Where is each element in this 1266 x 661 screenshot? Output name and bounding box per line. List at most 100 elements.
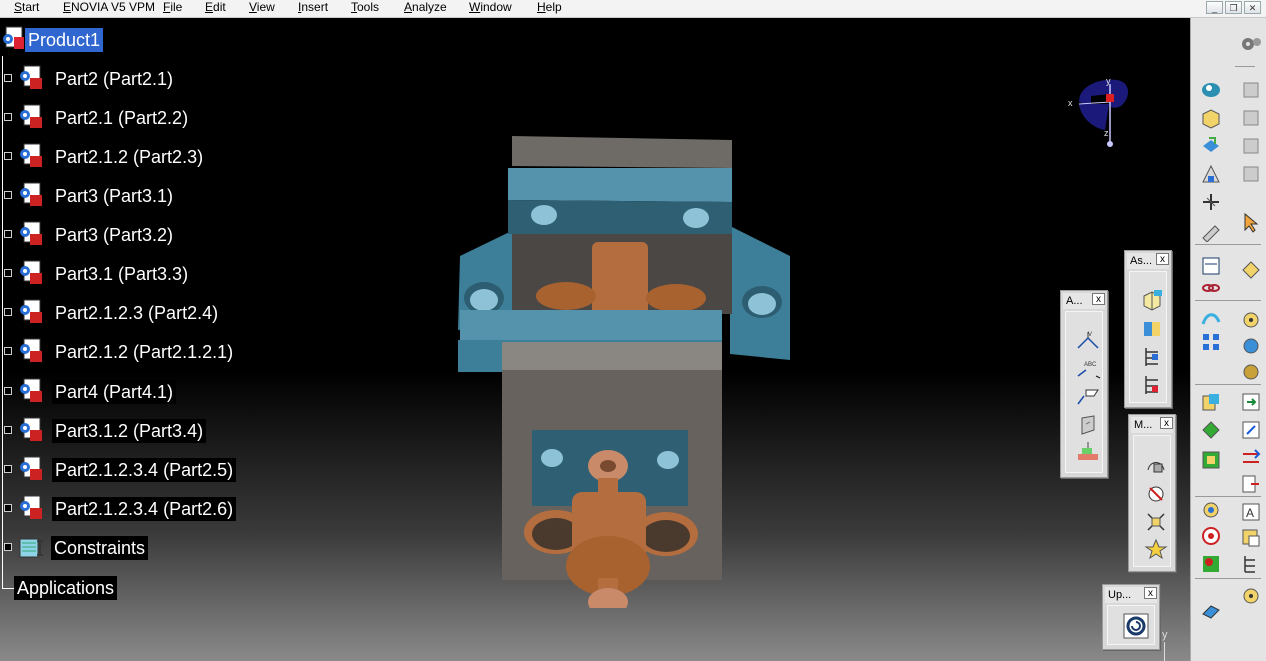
tree-label-part[interactable]: Part4 (Part4.1): [52, 380, 177, 404]
tree-label-part[interactable]: Part2.1.2.3.4 (Part2.5): [52, 458, 237, 482]
3d-view-annotation-icon[interactable]: [1074, 412, 1102, 438]
compute-clash-icon[interactable]: [1239, 360, 1263, 384]
scene-icon[interactable]: [1239, 526, 1263, 550]
menu-window[interactable]: Window: [469, 0, 512, 17]
close-button[interactable]: ✕: [1244, 1, 1261, 14]
component-icon[interactable]: [1239, 78, 1263, 102]
annotation-toolbar[interactable]: A... x V ABC: [1060, 290, 1108, 478]
compass-icon[interactable]: y x z: [1065, 74, 1137, 152]
multi-instantiation-icon[interactable]: [1199, 330, 1223, 354]
new-part-icon[interactable]: [1199, 134, 1223, 158]
eraser-icon[interactable]: [1199, 598, 1223, 622]
menu-help[interactable]: Help: [537, 0, 562, 17]
pencil-icon[interactable]: [1199, 218, 1223, 242]
graph-tree-reordering-icon[interactable]: [1239, 162, 1263, 186]
sweep-icon[interactable]: [1199, 308, 1223, 332]
3d-viewport[interactable]: Product1 Part2 (Part2.1) Part2.1 (Part2.…: [0, 18, 1190, 661]
expand-icon[interactable]: [4, 347, 12, 355]
menu-start[interactable]: Start: [14, 0, 39, 17]
publish-icon[interactable]: [1199, 418, 1223, 442]
catalog-icon[interactable]: [1199, 552, 1223, 576]
expand-icon[interactable]: [4, 387, 12, 395]
annotation-plane-icon[interactable]: [1074, 440, 1102, 466]
swap-icon[interactable]: [1239, 446, 1263, 470]
export-icon[interactable]: [1239, 472, 1263, 496]
menu-enovia[interactable]: ENOVIA V5 VPM: [63, 0, 155, 17]
tree-label-part[interactable]: Part3 (Part3.2): [52, 223, 177, 247]
bill-of-material-icon[interactable]: [1199, 254, 1223, 278]
3d-assembly-model[interactable]: [440, 108, 810, 608]
toolbar-close-button[interactable]: x: [1144, 587, 1157, 599]
tree-label-part[interactable]: Part2 (Part2.1): [52, 67, 177, 91]
explode-icon[interactable]: [1142, 508, 1170, 534]
tree-label-part[interactable]: Part2.1.2 (Part2.3): [52, 145, 207, 169]
expand-icon[interactable]: [4, 465, 12, 473]
reuse-pattern-icon[interactable]: [1138, 372, 1166, 398]
update-icon[interactable]: [1122, 612, 1150, 640]
menu-analyze[interactable]: Analyze: [404, 0, 447, 17]
save-management-icon[interactable]: [1199, 390, 1223, 414]
target-icon[interactable]: [1199, 524, 1223, 548]
existing-component-icon[interactable]: [1239, 134, 1263, 158]
tree-label-applications[interactable]: Applications: [14, 576, 118, 600]
assembly-toolbar[interactable]: As... x: [1124, 250, 1172, 408]
expand-icon[interactable]: [4, 269, 12, 277]
menu-edit[interactable]: Edit: [205, 0, 226, 17]
menu-file[interactable]: File: [163, 0, 182, 17]
tree-label-constraints[interactable]: Constraints: [51, 536, 149, 560]
expand-icon[interactable]: [4, 191, 12, 199]
stop-manipulate-on-clash-icon[interactable]: [1142, 536, 1170, 562]
toolbar-close-button[interactable]: x: [1092, 293, 1105, 305]
text-annotation-icon[interactable]: ABC: [1074, 356, 1102, 382]
send-to-icon[interactable]: [1239, 390, 1263, 414]
expand-icon[interactable]: [4, 504, 12, 512]
annotation-text-icon[interactable]: A: [1239, 500, 1263, 524]
toolbar-close-button[interactable]: x: [1156, 253, 1169, 265]
expand-icon[interactable]: [4, 152, 12, 160]
snap-icon[interactable]: [1142, 480, 1170, 506]
expand-icon[interactable]: [4, 113, 12, 121]
expand-icon[interactable]: [4, 426, 12, 434]
expand-icon[interactable]: [4, 230, 12, 238]
new-component-icon[interactable]: [1199, 106, 1223, 130]
gear-settings-icon[interactable]: [1239, 308, 1263, 332]
link-icon[interactable]: [1199, 276, 1223, 300]
expand-icon[interactable]: [4, 74, 12, 82]
sequence-gear-icon[interactable]: [1239, 584, 1263, 608]
tree-label-part[interactable]: Part3.1 (Part3.3): [52, 262, 192, 286]
manipulate-icon[interactable]: [1199, 190, 1223, 214]
gear-component-icon[interactable]: [1199, 498, 1223, 522]
menu-view[interactable]: View: [249, 0, 275, 17]
tree-structure-icon[interactable]: [1239, 552, 1263, 576]
fix-component-icon[interactable]: [1138, 344, 1166, 370]
gear-icon[interactable]: [1239, 32, 1263, 56]
menu-insert[interactable]: Insert: [298, 0, 328, 17]
analyze-icon[interactable]: [1239, 334, 1263, 358]
expand-icon[interactable]: [4, 543, 12, 551]
minimize-button[interactable]: _: [1206, 1, 1223, 14]
select-arrow-icon[interactable]: [1239, 210, 1263, 234]
tree-label-part[interactable]: Part2.1.2.3 (Part2.4): [52, 301, 222, 325]
import-icon[interactable]: [1239, 418, 1263, 442]
group-icon[interactable]: [1199, 448, 1223, 472]
replace-component-icon[interactable]: [1199, 162, 1223, 186]
tree-label-part[interactable]: Part2.1 (Part2.2): [52, 106, 192, 130]
toolbar-close-button[interactable]: x: [1160, 417, 1173, 429]
manipulation-icon[interactable]: [1142, 452, 1170, 478]
tree-label-part[interactable]: Part2.1.2 (Part2.1.2.1): [52, 340, 237, 364]
existing-component-icon[interactable]: [1138, 288, 1166, 314]
update-toolbar[interactable]: Up... x: [1102, 584, 1160, 650]
flag-note-icon[interactable]: [1074, 384, 1102, 410]
expand-icon[interactable]: [4, 308, 12, 316]
tree-label-root[interactable]: Product1: [25, 28, 104, 52]
product-structure-icon[interactable]: [1199, 78, 1223, 102]
tree-label-part[interactable]: Part3.1.2 (Part3.4): [52, 419, 207, 443]
contact-constraint-icon[interactable]: [1138, 316, 1166, 342]
new-product-icon[interactable]: [1239, 106, 1263, 130]
tree-label-part[interactable]: Part3 (Part3.1): [52, 184, 177, 208]
restore-button[interactable]: ❐: [1225, 1, 1242, 14]
tree-label-part[interactable]: Part2.1.2.3.4 (Part2.6): [52, 497, 237, 521]
move-toolbar[interactable]: M... x: [1128, 414, 1176, 572]
fly-mode-icon[interactable]: [1239, 258, 1263, 282]
weld-icon[interactable]: V: [1074, 328, 1102, 354]
